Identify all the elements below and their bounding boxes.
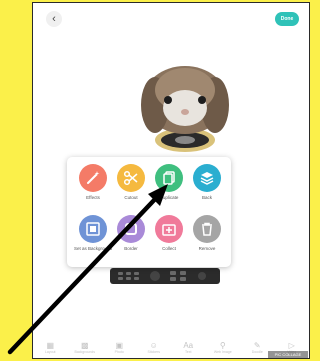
cutout-button[interactable]: Cutout — [111, 164, 151, 200]
search-icon: ⚲ — [219, 340, 226, 350]
menu-label: Effects — [86, 195, 100, 200]
toolbar-item-text[interactable]: Aa Text — [177, 341, 199, 354]
toolbar-label: Layout — [44, 349, 56, 354]
menu-label: Cutout — [124, 195, 138, 200]
menu-icon-circle — [117, 164, 145, 192]
remote-photo[interactable] — [110, 267, 220, 285]
toolbar-item-web-image[interactable]: ⚲ Web Image — [212, 341, 234, 354]
duplicate-button[interactable]: Duplicate — [149, 164, 189, 200]
toolbar-label: Web Image — [213, 349, 232, 354]
layers-icon — [200, 172, 214, 185]
scissors-icon — [123, 170, 138, 186]
magic-wand-icon — [87, 171, 100, 184]
toolbar-label: Stickers — [147, 349, 160, 354]
menu-label: Border — [124, 246, 138, 251]
photo-icon: ▣ — [115, 340, 124, 350]
menu-icon-circle — [79, 164, 107, 192]
text-icon: Aa — [183, 340, 194, 350]
toolbar-label: Text — [185, 349, 192, 354]
toolbar-item-doodle[interactable]: ✎ Doodle — [246, 341, 268, 354]
play-icon: ▷ — [288, 340, 295, 350]
menu-label: Remove — [198, 246, 216, 251]
toolbar-item-photo[interactable]: ▣ Photo — [108, 341, 130, 354]
border-icon — [125, 223, 137, 235]
done-button[interactable]: Done — [275, 12, 299, 26]
bunny-photo[interactable] — [130, 60, 240, 156]
menu-icon-circle — [193, 164, 221, 192]
toolbar-label: Photo — [114, 349, 124, 354]
back-layer-button[interactable]: Back — [187, 164, 227, 200]
menu-label: Set as Background — [73, 246, 113, 251]
backgrounds-icon: ▩ — [80, 340, 89, 350]
toolbar-item-backgrounds[interactable]: ▩ Backgrounds — [74, 341, 96, 354]
remove-button[interactable]: Remove — [187, 215, 227, 251]
menu-label: Duplicate — [159, 195, 179, 200]
effects-button[interactable]: Effects — [73, 164, 113, 200]
collect-button[interactable]: Collect — [149, 215, 189, 251]
toolbar-label: Backgrounds — [74, 349, 95, 354]
toolbar-item-layout[interactable]: ▦ Layout — [39, 341, 61, 354]
trash-icon — [202, 222, 212, 236]
pen-icon: ✎ — [253, 340, 261, 350]
layout-icon: ▦ — [46, 340, 55, 350]
context-menu: Effects Cutout Duplicate Back Set as Bac… — [67, 157, 231, 267]
menu-icon-circle — [79, 215, 107, 243]
back-button[interactable]: ‹ — [46, 11, 62, 27]
menu-label: Back — [201, 195, 212, 200]
menu-label: Collect — [162, 246, 176, 251]
menu-icon-circle — [155, 164, 183, 192]
chevron-left-icon: ‹ — [52, 13, 56, 25]
collect-icon — [162, 224, 176, 236]
sticker-icon: ☺ — [149, 340, 158, 350]
menu-icon-circle — [155, 215, 183, 243]
set-as-background-button[interactable]: Set as Background — [73, 215, 113, 251]
duplicate-icon — [163, 171, 175, 185]
menu-icon-circle — [117, 215, 145, 243]
menu-icon-circle — [193, 215, 221, 243]
toolbar-label: Doodle — [251, 349, 263, 354]
toolbar-item-stickers[interactable]: ☺ Stickers — [143, 341, 165, 354]
watermark: PIC COLLAGE — [268, 351, 308, 358]
set-background-icon — [86, 222, 100, 236]
border-button[interactable]: Border — [111, 215, 151, 251]
